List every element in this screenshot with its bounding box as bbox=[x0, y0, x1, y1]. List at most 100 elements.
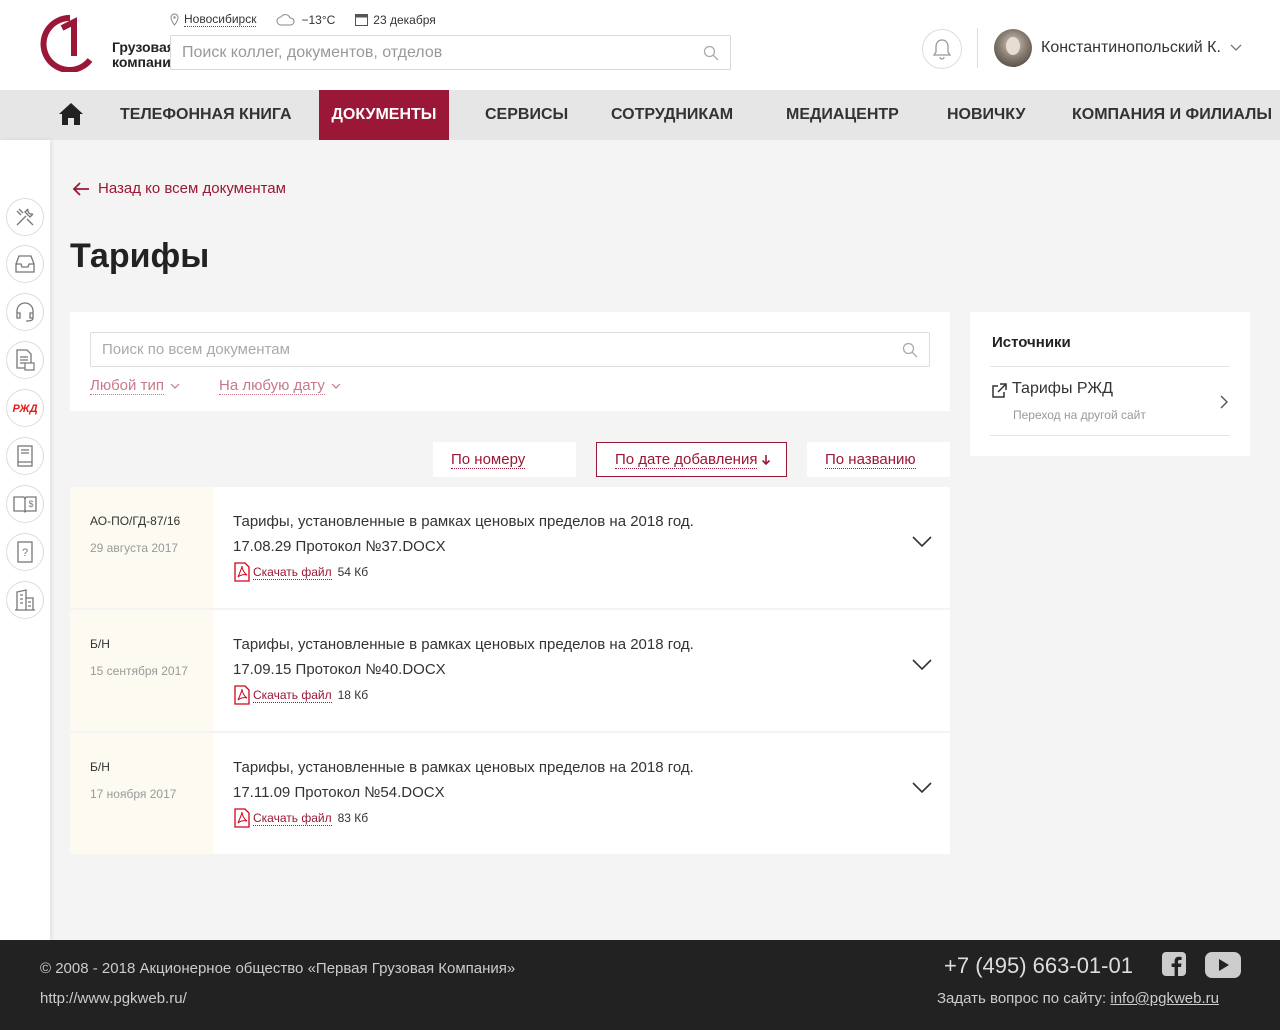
site-url[interactable]: http://www.pgkweb.ru/ bbox=[40, 990, 187, 1007]
tools-icon bbox=[16, 208, 34, 226]
download-link[interactable]: Скачать файл bbox=[253, 811, 332, 826]
sidebar-finance[interactable]: $ bbox=[6, 485, 44, 523]
chevron-down-icon bbox=[331, 383, 341, 389]
date-text: 23 декабря bbox=[373, 12, 436, 27]
sidebar-book[interactable] bbox=[6, 437, 44, 475]
city-name[interactable]: Новосибирск bbox=[184, 12, 257, 27]
file-size: 18 Кб bbox=[337, 688, 369, 702]
home-icon[interactable] bbox=[58, 102, 84, 126]
document-title[interactable]: Тарифы, установленные в рамках ценовых п… bbox=[233, 755, 853, 805]
sort-by-number-label: По номеру bbox=[451, 450, 526, 469]
download-file[interactable]: Скачать файл 18 Кб bbox=[233, 685, 368, 705]
user-menu[interactable]: Константинопольский К. bbox=[994, 29, 1242, 67]
location-pin-icon bbox=[170, 13, 179, 26]
nav-item-services[interactable]: Сервисы bbox=[485, 90, 568, 140]
youtube-icon[interactable] bbox=[1205, 952, 1241, 978]
filter-panel: Любой тип На любую дату bbox=[70, 312, 950, 411]
document-mail-icon bbox=[16, 349, 35, 371]
document-number: АО-ПО/ГД-87/16 bbox=[90, 514, 181, 528]
document-number: Б/Н bbox=[90, 637, 110, 651]
nav-item-employees[interactable]: Сотрудникам bbox=[611, 90, 733, 140]
document-search-input[interactable] bbox=[91, 333, 929, 366]
quick-links-sidebar: РЖД $ ? bbox=[0, 140, 50, 940]
nav-item-documents[interactable]: Документы bbox=[319, 90, 449, 140]
document-title[interactable]: Тарифы, установленные в рамках ценовых п… bbox=[233, 632, 853, 682]
chevron-down-icon[interactable] bbox=[912, 536, 932, 548]
arrow-down-icon bbox=[762, 454, 771, 465]
document-row: Б/Н 17 ноября 2017 Тарифы, установленные… bbox=[70, 733, 950, 854]
sources-panel: Источники Тарифы РЖД Переход на другой с… bbox=[970, 312, 1250, 456]
facebook-icon[interactable] bbox=[1162, 952, 1186, 976]
search-icon[interactable] bbox=[703, 45, 719, 61]
sort-by-name-label: По названию bbox=[825, 450, 916, 469]
page-title: Тарифы bbox=[70, 237, 210, 275]
sidebar-tools[interactable] bbox=[6, 198, 44, 236]
phone-number[interactable]: +7 (495) 663-01-01 bbox=[944, 953, 1133, 979]
book-icon bbox=[17, 445, 33, 467]
sidebar-inbox[interactable] bbox=[6, 245, 44, 283]
svg-text:$: $ bbox=[28, 499, 33, 509]
notifications-button[interactable] bbox=[922, 29, 962, 69]
document-date: 15 сентября 2017 bbox=[90, 664, 188, 678]
global-search bbox=[170, 35, 731, 70]
logo-text: Грузовая компания bbox=[112, 39, 180, 70]
header: Грузовая компания Новосибирск −13°C 23 д… bbox=[0, 0, 1280, 90]
sidebar-rzd[interactable]: РЖД bbox=[6, 389, 44, 427]
nav-item-company[interactable]: Компания и филиалы bbox=[1072, 90, 1272, 140]
bell-icon bbox=[932, 39, 952, 60]
type-filter-label: Любой тип bbox=[90, 377, 164, 395]
ask-question: Задать вопрос по сайту: info@pgkweb.ru bbox=[937, 990, 1219, 1007]
pdf-file-icon bbox=[234, 685, 250, 705]
date-filter-label: На любую дату bbox=[219, 377, 325, 395]
search-icon[interactable] bbox=[902, 342, 918, 358]
download-link[interactable]: Скачать файл bbox=[253, 688, 332, 703]
money-book-icon: $ bbox=[13, 496, 37, 513]
sidebar-buildings[interactable] bbox=[6, 581, 44, 619]
download-file[interactable]: Скачать файл 54 Кб bbox=[233, 562, 368, 582]
divider bbox=[990, 435, 1230, 436]
source-link-rzd-tariffs[interactable]: Тарифы РЖД Переход на другой сайт bbox=[990, 378, 1230, 435]
back-link-label: Назад ко всем документам bbox=[98, 180, 286, 197]
city-selector[interactable]: Новосибирск bbox=[170, 12, 257, 27]
global-search-input[interactable] bbox=[171, 36, 730, 69]
document-title[interactable]: Тарифы, установленные в рамках ценовых п… bbox=[233, 509, 853, 559]
sidebar-support[interactable] bbox=[6, 293, 44, 331]
document-number: Б/Н bbox=[90, 760, 110, 774]
cloud-icon bbox=[276, 13, 295, 25]
header-divider bbox=[977, 28, 978, 68]
download-link[interactable]: Скачать файл bbox=[253, 565, 332, 580]
footer: © 2008 - 2018 Акционерное общество «Перв… bbox=[0, 940, 1280, 1030]
nav-item-phonebook[interactable]: Телефонная книга bbox=[120, 90, 292, 140]
email-link[interactable]: info@pgkweb.ru bbox=[1110, 990, 1219, 1007]
help-icon: ? bbox=[17, 541, 33, 563]
sidebar-documents[interactable] bbox=[6, 341, 44, 379]
inbox-icon bbox=[15, 255, 35, 273]
pdf-file-icon bbox=[234, 562, 250, 582]
svg-text:?: ? bbox=[22, 547, 28, 559]
back-link[interactable]: Назад ко всем документам bbox=[72, 180, 286, 197]
pdf-file-icon bbox=[234, 808, 250, 828]
nav-item-media[interactable]: Медиацентр bbox=[786, 90, 899, 140]
chevron-down-icon[interactable] bbox=[912, 659, 932, 671]
sort-by-date-button[interactable]: По дате добавления bbox=[596, 442, 787, 477]
document-date: 17 ноября 2017 bbox=[90, 787, 177, 801]
nav-item-newcomer[interactable]: Новичку bbox=[947, 90, 1025, 140]
avatar bbox=[994, 29, 1032, 67]
chevron-right-icon bbox=[1220, 395, 1228, 409]
document-meta: АО-ПО/ГД-87/16 29 августа 2017 bbox=[70, 487, 213, 608]
download-file[interactable]: Скачать файл 83 Кб bbox=[233, 808, 368, 828]
source-note: Переход на другой сайт bbox=[1013, 408, 1146, 422]
date-filter-dropdown[interactable]: На любую дату bbox=[219, 377, 341, 395]
chevron-down-icon bbox=[1230, 44, 1242, 51]
external-link-icon bbox=[992, 383, 1007, 398]
sort-by-name-button[interactable]: По названию bbox=[807, 442, 950, 477]
sidebar-help[interactable]: ? bbox=[6, 533, 44, 571]
type-filter-dropdown[interactable]: Любой тип bbox=[90, 377, 180, 395]
company-logo[interactable]: Грузовая компания bbox=[40, 14, 179, 74]
chevron-down-icon[interactable] bbox=[912, 782, 932, 794]
document-date: 29 августа 2017 bbox=[90, 541, 179, 555]
sort-by-number-button[interactable]: По номеру bbox=[433, 442, 576, 477]
chevron-down-icon bbox=[170, 383, 180, 389]
calendar-icon bbox=[355, 14, 369, 26]
logo-mark-icon bbox=[40, 14, 93, 73]
